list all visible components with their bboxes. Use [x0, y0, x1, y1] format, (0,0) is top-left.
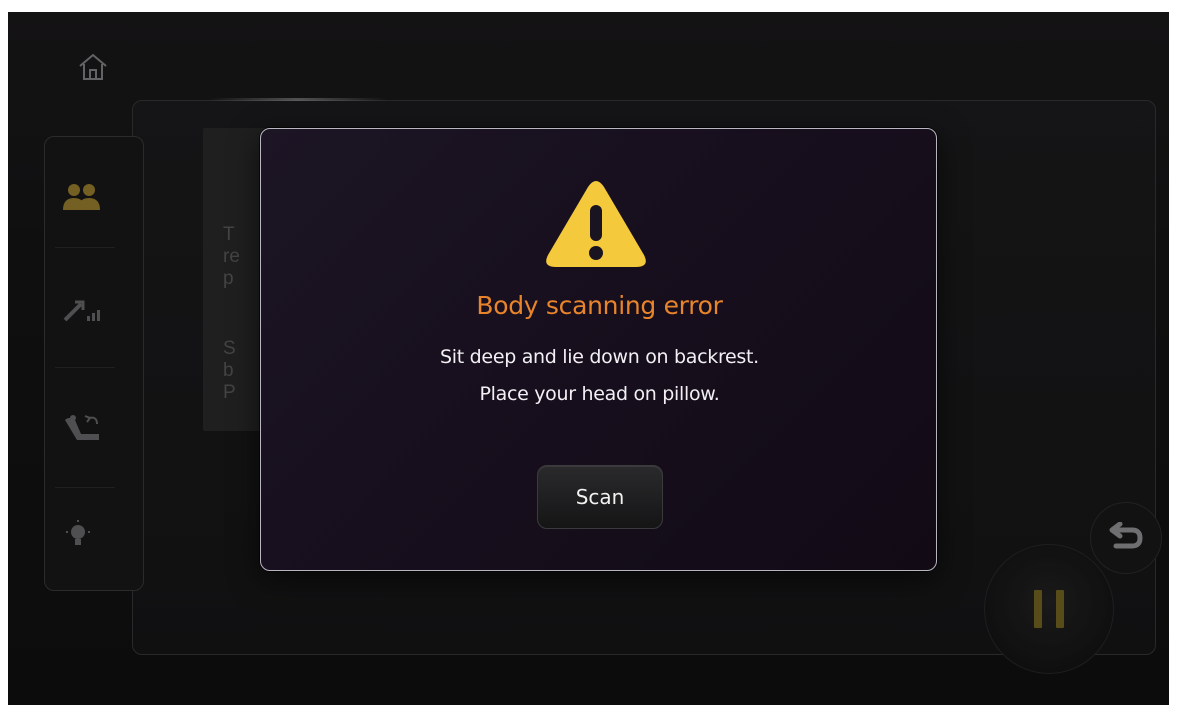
dialog-message: Place your head on pillow.	[479, 383, 720, 405]
error-dialog: Body scanning error Sit deep and lie dow…	[260, 128, 937, 571]
dialog-message: Sit deep and lie down on backrest.	[440, 346, 759, 368]
scan-button[interactable]: Scan	[537, 465, 663, 529]
warning-icon	[546, 181, 646, 267]
screen: T re p S b P Body scanning error Sit dee…	[8, 12, 1169, 705]
dialog-title: Body scanning error	[476, 291, 723, 320]
